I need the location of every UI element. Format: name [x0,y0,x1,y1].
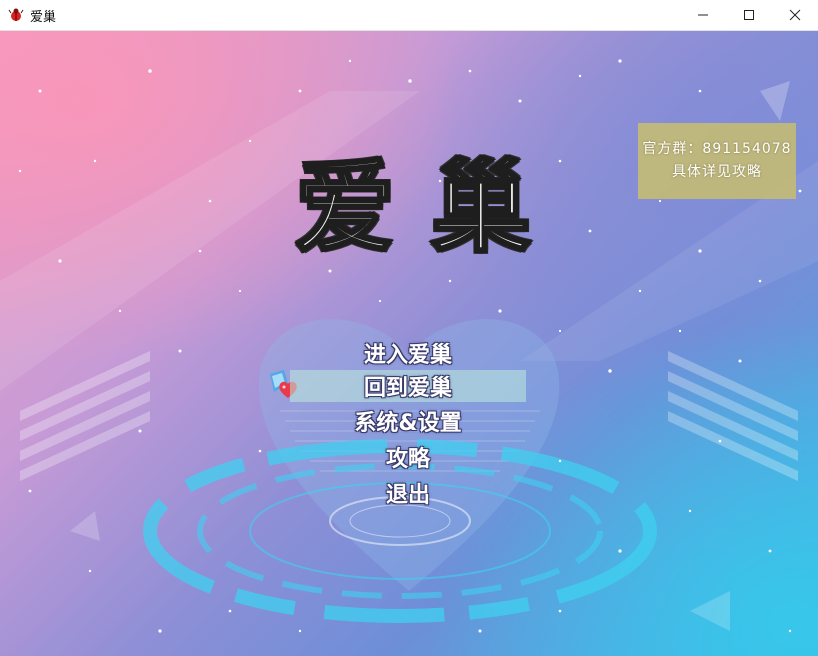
minimize-icon [698,14,708,16]
game-window: 爱巢 爱 巢 官方群：891154078 具体详见攻略 进入爱巢 回到爱巢 系统… [0,0,818,656]
menu-item-enter[interactable]: 进入爱巢 [290,337,526,369]
maximize-button[interactable] [726,0,772,30]
title-screen: 爱 巢 官方群：891154078 具体详见攻略 进入爱巢 回到爱巢 系统&设置… [0,31,818,656]
minimize-button[interactable] [680,0,726,30]
red-bug-icon [8,8,24,21]
window-controls [680,0,818,30]
menu-item-return[interactable]: 回到爱巢 [290,370,526,402]
menu-item-system-settings[interactable]: 系统&设置 [290,405,526,437]
close-button[interactable] [772,0,818,30]
maximize-icon [744,10,754,20]
title-bar[interactable]: 爱巢 [0,0,818,31]
menu-item-guide[interactable]: 攻略 [290,441,526,473]
close-icon [789,9,801,21]
menu-item-exit[interactable]: 退出 [290,477,526,509]
main-menu: 进入爱巢 回到爱巢 系统&设置 攻略 退出 [0,31,818,656]
window-title: 爱巢 [30,9,57,25]
